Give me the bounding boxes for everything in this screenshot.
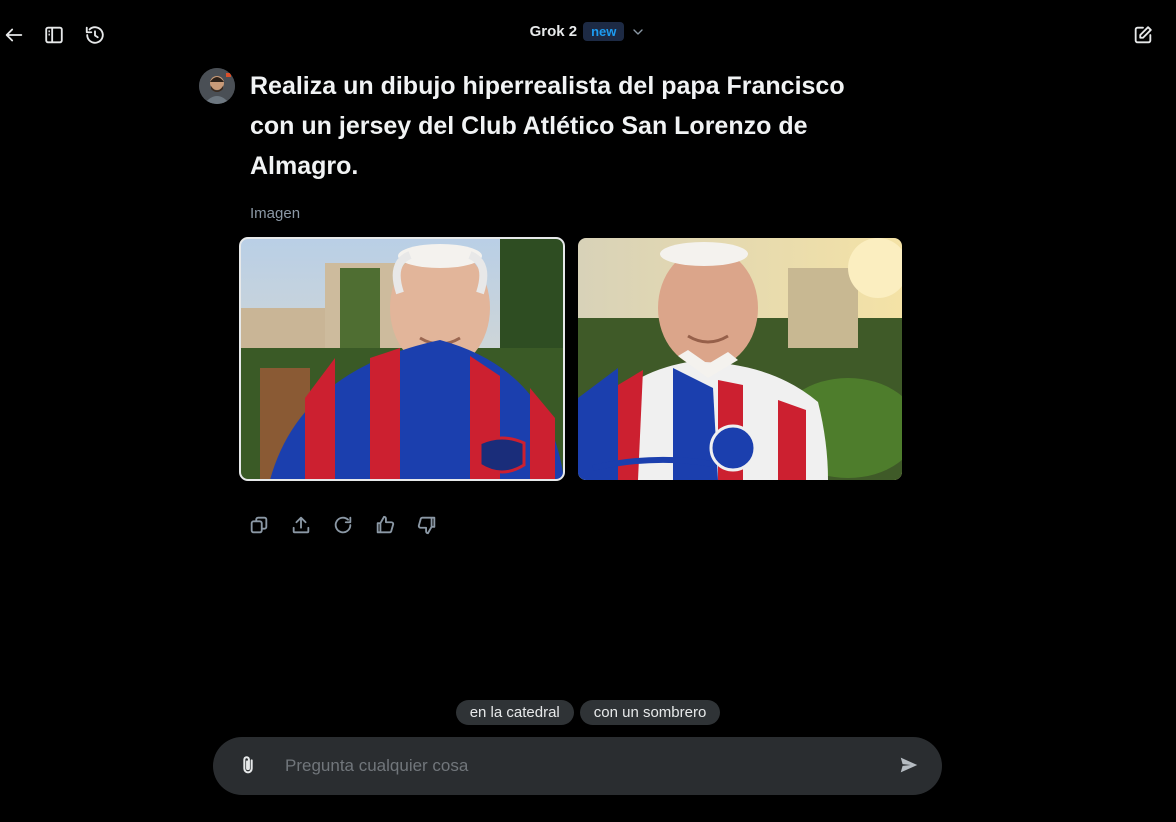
send-button[interactable] xyxy=(898,754,922,778)
suggestion-chips: en la catedral con un sombrero xyxy=(0,700,1176,725)
message-input[interactable] xyxy=(283,755,898,777)
thumbs-up-button[interactable] xyxy=(374,514,396,536)
new-badge: new xyxy=(583,22,625,41)
suggestion-chip-sombrero[interactable]: con un sombrero xyxy=(579,700,721,725)
chevron-down-icon xyxy=(630,24,646,40)
share-icon xyxy=(292,516,310,534)
pope-jersey-image-1 xyxy=(240,238,564,480)
copy-icon xyxy=(250,516,268,534)
suggestion-chip-catedral[interactable]: en la catedral xyxy=(455,700,574,725)
share-button[interactable] xyxy=(290,514,312,536)
regenerate-button[interactable] xyxy=(332,514,354,536)
thumbs-down-icon xyxy=(417,516,436,535)
message-actions xyxy=(248,514,438,536)
paperclip-icon xyxy=(243,756,253,774)
send-icon xyxy=(900,757,918,773)
user-avatar[interactable] xyxy=(199,68,235,104)
thumbs-up-icon xyxy=(376,515,395,534)
generated-image-1[interactable] xyxy=(239,237,565,481)
user-prompt: Realiza un dibujo hiperrealista del papa… xyxy=(250,72,845,180)
copy-button[interactable] xyxy=(248,514,270,536)
thumbs-down-button[interactable] xyxy=(416,514,438,536)
edit-icon xyxy=(1134,26,1152,44)
model-name: Grok 2 xyxy=(529,23,578,40)
model-selector-bar: Grok 2 new xyxy=(0,22,1176,41)
attach-button[interactable] xyxy=(237,754,261,778)
generated-image-2[interactable] xyxy=(578,238,902,480)
model-selector[interactable]: Grok 2 new xyxy=(530,22,647,41)
new-chat-button[interactable] xyxy=(1129,21,1157,49)
avatar-image xyxy=(199,68,235,104)
regenerate-icon xyxy=(334,516,352,534)
pope-jersey-image-2 xyxy=(578,238,902,480)
composer xyxy=(213,737,942,795)
image-label: Imagen xyxy=(250,205,301,222)
